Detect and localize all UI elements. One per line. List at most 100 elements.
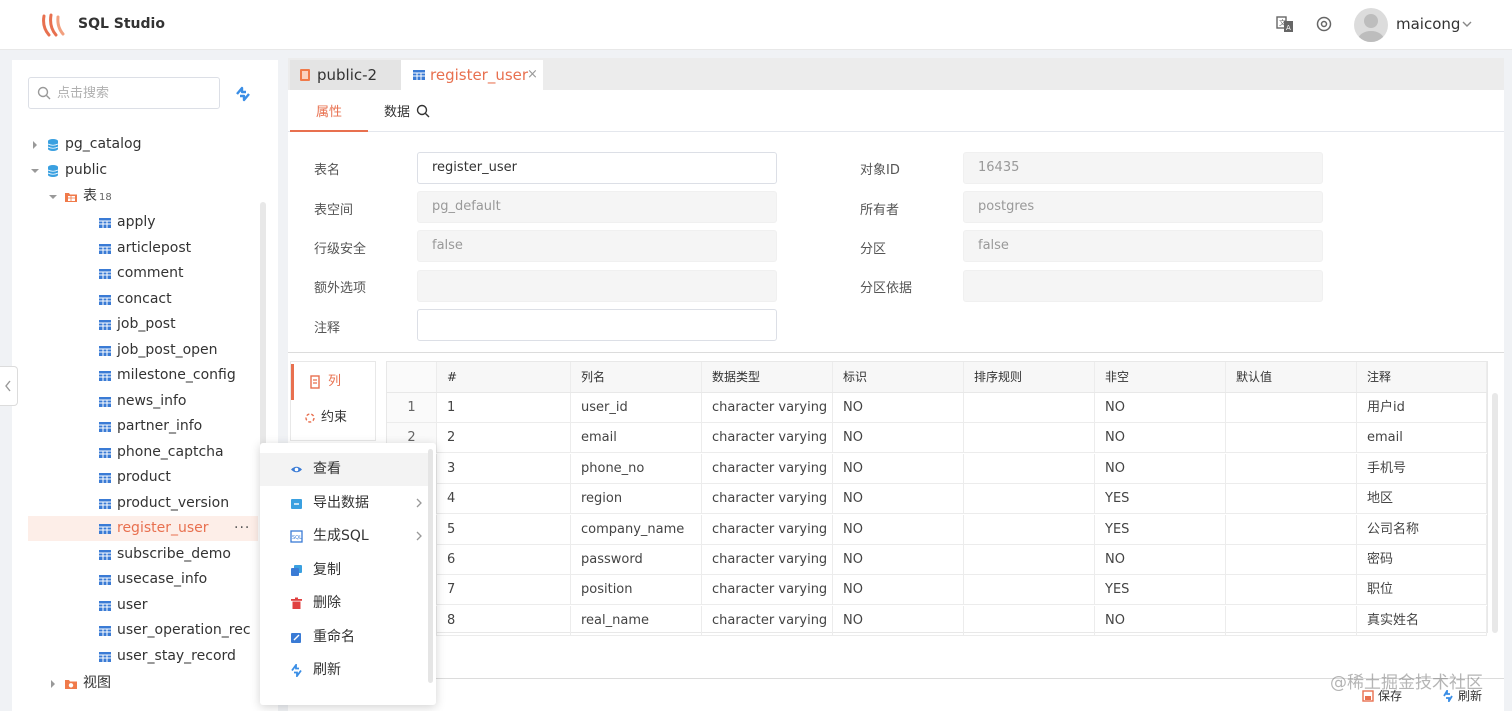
context-menu-item[interactable]: 查看: [260, 453, 428, 486]
table-row[interactable]: 6 password character varying NO NO 密码: [387, 545, 1487, 575]
table-icon: [99, 422, 111, 432]
table-cell: [1226, 393, 1357, 422]
tree-item[interactable]: product_version: [12, 491, 258, 516]
refresh-tree-icon[interactable]: [234, 86, 252, 102]
more-actions-icon[interactable]: ···: [234, 516, 250, 541]
table-cell: 4: [437, 484, 571, 514]
chevron-down-icon[interactable]: [1460, 17, 1474, 31]
tree-item[interactable]: user: [12, 593, 258, 618]
table-row[interactable]: 4 region character varying NO YES 地区: [387, 484, 1487, 515]
table-row[interactable]: 7 position character varying NO YES 职位: [387, 575, 1487, 606]
context-menu-item[interactable]: SQL 生成SQL: [260, 520, 428, 553]
chevron-right-icon: [416, 531, 422, 541]
table-cell: NO: [1095, 453, 1226, 483]
tree-item[interactable]: public: [12, 158, 258, 183]
table-cell: 8: [437, 605, 571, 635]
tree-item[interactable]: phone_captcha: [12, 440, 258, 465]
tree-item[interactable]: 表 18: [12, 184, 258, 209]
table-cell: character varying: [702, 605, 833, 635]
table-cell: real_name: [571, 605, 702, 635]
tree-item-label: comment: [117, 265, 184, 281]
table-row[interactable]: 5 company_name character varying NO YES 公司名称: [387, 514, 1487, 545]
context-menu-item[interactable]: 重命名: [260, 621, 428, 654]
tree-item[interactable]: apply: [12, 210, 258, 235]
table-name-input[interactable]: register_user: [417, 152, 777, 184]
table-cell: region: [571, 484, 702, 514]
table-scrollbar[interactable]: [1492, 393, 1498, 633]
tree-item[interactable]: 视图: [12, 671, 258, 696]
tree-item[interactable]: job_post_open: [12, 338, 258, 363]
context-menu-label: 删除: [313, 595, 341, 611]
tree-item[interactable]: pg_catalog: [12, 132, 258, 157]
app-logo-icon[interactable]: [40, 13, 66, 37]
context-menu-item[interactable]: 复制: [260, 554, 428, 587]
settings-icon[interactable]: [1315, 15, 1333, 33]
tree-item[interactable]: product: [12, 465, 258, 490]
chevron-left-icon: [5, 380, 11, 392]
tree-item-label: register_user: [117, 520, 209, 536]
tree-item[interactable]: user_stay_record: [12, 644, 258, 669]
table-cell: 3: [437, 453, 571, 483]
comment-label: 注释: [314, 321, 341, 336]
tab-data[interactable]: 数据: [384, 96, 444, 132]
context-menu: 查看 导出数据 SQL 生成SQL 复制删除重命名 刷新: [260, 443, 436, 705]
refresh-icon: [291, 664, 302, 677]
user-avatar[interactable]: [1354, 8, 1388, 42]
table-cell: YES: [1095, 514, 1226, 544]
close-tab-icon[interactable]: ×: [527, 60, 538, 90]
column-header[interactable]: 默认值: [1226, 362, 1357, 392]
table-header: # 列名 数据类型 标识 排序规则 非空 默认值 注释: [387, 362, 1487, 393]
tree-item[interactable]: register_user ···: [28, 516, 258, 541]
tree-item[interactable]: milestone_config: [12, 363, 258, 388]
tree-item[interactable]: comment: [12, 261, 258, 286]
tree-item[interactable]: job_post: [12, 312, 258, 337]
folder-view-icon: [65, 680, 77, 689]
column-header[interactable]: #: [437, 362, 571, 392]
user-name[interactable]: maicong: [1396, 15, 1460, 33]
column-header[interactable]: 数据类型: [702, 362, 833, 392]
tree-item[interactable]: subscribe_demo: [12, 542, 258, 567]
caret-right-icon[interactable]: [30, 140, 40, 150]
table-icon: [99, 549, 111, 560]
column-header[interactable]: 标识: [833, 362, 964, 392]
column-header[interactable]: 排序规则: [964, 362, 1095, 392]
table-row[interactable]: 2 2 email character varying NO NO email: [387, 423, 1487, 454]
column-header[interactable]: 非空: [1095, 362, 1226, 392]
table-row[interactable]: 3 phone_no character varying NO NO 手机号: [387, 453, 1487, 484]
caret-down-icon[interactable]: [48, 192, 58, 202]
comment-input[interactable]: [417, 309, 777, 341]
caret-right-icon[interactable]: [48, 679, 58, 689]
table-row[interactable]: 8 real_name character varying NO NO 真实姓名: [387, 605, 1487, 636]
tab-columns[interactable]: 列: [291, 364, 375, 400]
column-header[interactable]: 注释: [1357, 362, 1487, 392]
translate-icon[interactable]: 文 A: [1276, 15, 1294, 33]
search-icon[interactable]: [416, 104, 430, 118]
context-menu-scrollbar[interactable]: [428, 449, 433, 683]
tab-public-2[interactable]: public-2: [290, 60, 401, 90]
table-cell: character varying: [702, 575, 833, 605]
tree-item[interactable]: concact: [12, 287, 258, 312]
object-id-label: 对象ID: [860, 163, 900, 178]
tree-item-label: user: [117, 596, 148, 613]
tree-item[interactable]: user_operation_rec: [12, 618, 258, 643]
table-row[interactable]: 1 1 user_id character varying NO NO 用户id: [387, 393, 1487, 423]
tree-item[interactable]: news_info: [12, 389, 258, 414]
app-title: SQL Studio: [78, 16, 165, 32]
tree-search[interactable]: [28, 77, 220, 109]
context-menu-item[interactable]: 刷新: [260, 654, 428, 687]
tree-item[interactable]: usecase_info: [12, 567, 258, 592]
context-menu-item[interactable]: 导出数据: [260, 487, 428, 520]
column-header[interactable]: 列名: [571, 362, 702, 392]
sidebar-collapse-button[interactable]: [0, 366, 18, 406]
tab-constraints[interactable]: 约束: [291, 400, 375, 436]
context-menu-item[interactable]: 删除: [260, 587, 428, 620]
partition-field: false: [963, 230, 1323, 262]
tree-item[interactable]: articlepost: [12, 236, 258, 261]
tab-register-user[interactable]: register_user ×: [401, 60, 543, 90]
search-input[interactable]: [57, 82, 215, 104]
watermark: @稀土掘金技术社区: [1330, 673, 1483, 693]
tree-item-label: articlepost: [117, 239, 192, 256]
caret-down-icon[interactable]: [30, 166, 40, 176]
tab-properties[interactable]: 属性: [290, 96, 368, 132]
tree-item[interactable]: partner_info: [12, 414, 258, 439]
